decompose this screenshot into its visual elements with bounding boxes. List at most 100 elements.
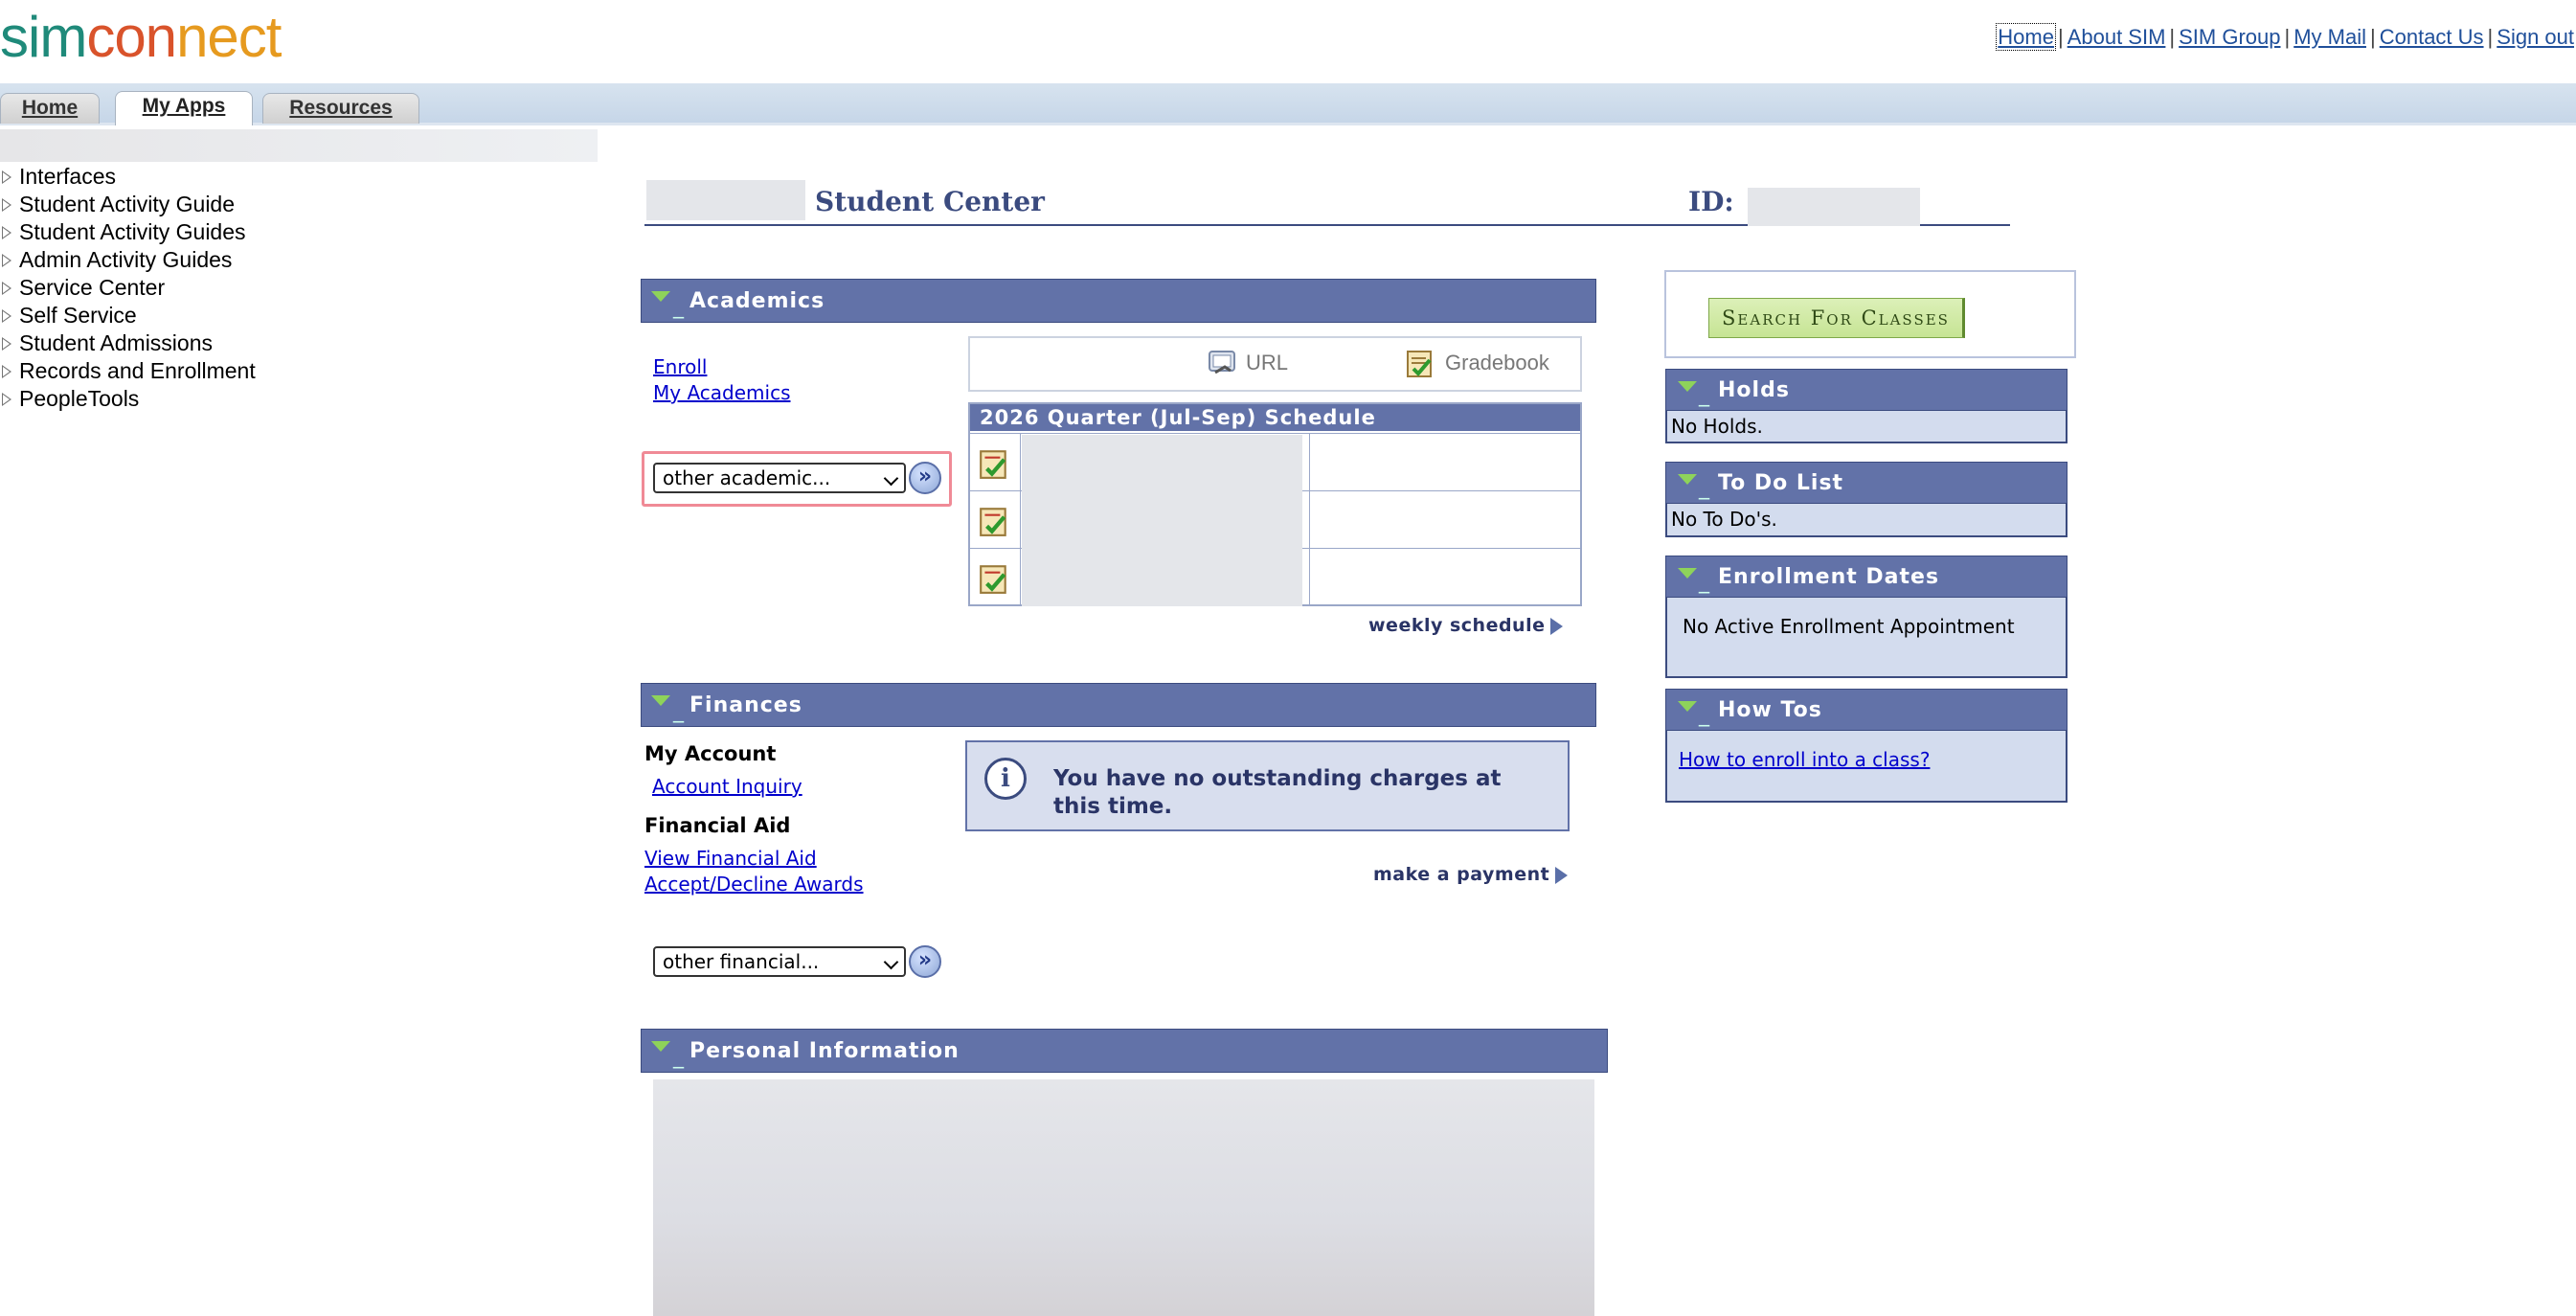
holds-text: No Holds. [1671, 415, 1763, 438]
student-id-redacted [1748, 188, 1920, 226]
top-link-about-sim[interactable]: About SIM [2068, 25, 2166, 49]
collapse-arrow-icon[interactable] [651, 1041, 670, 1052]
nav-item-records-and-enrollment[interactable]: Records and Enrollment [0, 357, 256, 385]
collapse-arrow-icon[interactable] [1678, 474, 1697, 485]
url-label: URL [1246, 351, 1289, 374]
gradebook-link[interactable]: Gradebook [1405, 348, 1549, 378]
top-link-my-mail[interactable]: My Mail [2294, 25, 2366, 49]
separator: | [2057, 25, 2064, 49]
column-divider [1020, 491, 1021, 549]
nav-item-student-activity-guide[interactable]: Student Activity Guide [0, 191, 256, 218]
personal-information-header-label: Personal Information [689, 1039, 960, 1063]
accept-decline-awards-link[interactable]: Accept/Decline Awards [644, 873, 864, 896]
nav-item-self-service[interactable]: Self Service [0, 302, 256, 329]
top-link-sign-out[interactable]: Sign out [2497, 25, 2574, 49]
view-financial-aid-link[interactable]: View Financial Aid [644, 847, 817, 870]
other-academic-select[interactable]: other academic... [653, 463, 906, 493]
gradebook-label: Gradebook [1445, 351, 1549, 374]
collapse-arrow-icon[interactable] [1678, 701, 1697, 712]
schedule-check-icon[interactable] [978, 447, 1010, 480]
chevron-down-icon [883, 954, 899, 970]
nav-item-label: Student Admissions [19, 330, 214, 355]
separator: | [2284, 25, 2291, 49]
search-panel: Search For Classes [1664, 270, 2076, 358]
url-link[interactable]: URL [1208, 348, 1288, 378]
weekly-schedule-label: weekly schedule [1368, 615, 1546, 636]
nav-item-peopletools[interactable]: PeopleTools [0, 385, 256, 413]
column-divider [1020, 434, 1021, 491]
expand-triangle-icon [2, 225, 11, 239]
weekly-schedule-link[interactable]: weekly schedule [1368, 615, 1564, 636]
top-link-contact-us[interactable]: Contact Us [2380, 25, 2484, 49]
expand-triangle-icon [2, 308, 11, 323]
nav-item-label: Admin Activity Guides [19, 247, 233, 272]
nav-item-interfaces[interactable]: Interfaces [0, 163, 256, 191]
expand-triangle-icon [2, 197, 11, 212]
nav-item-student-activity-guides[interactable]: Student Activity Guides [0, 218, 256, 246]
tab-my-apps[interactable]: My Apps [115, 91, 253, 125]
nav-item-label: Interfaces [19, 164, 116, 189]
finance-info-text: You have no outstanding charges at this … [1053, 766, 1502, 819]
nav-item-label: Student Activity Guide [19, 192, 236, 216]
page-title: Student Center [815, 186, 1045, 217]
holds-header-label: Holds [1718, 378, 1790, 402]
right-pointer-icon [1555, 866, 1569, 884]
column-divider [1309, 549, 1310, 606]
expand-triangle-icon [2, 281, 11, 295]
collapse-arrow-icon[interactable] [651, 291, 670, 302]
finances-header[interactable]: _ Finances [641, 683, 1596, 727]
holds-header[interactable]: _ Holds [1665, 369, 2068, 411]
separator: | [2370, 25, 2376, 49]
make-a-payment-label: make a payment [1373, 864, 1550, 885]
schedule-check-icon[interactable] [978, 505, 1010, 537]
student-id-label: ID: [1688, 186, 1734, 217]
expand-triangle-icon [2, 364, 11, 378]
nav-item-student-admissions[interactable]: Student Admissions [0, 329, 256, 357]
nav-item-admin-activity-guides[interactable]: Admin Activity Guides [0, 246, 256, 274]
account-inquiry-link[interactable]: Account Inquiry [652, 775, 802, 798]
right-pointer-icon [1550, 617, 1564, 635]
separator: | [2487, 25, 2494, 49]
gradebook-icon [1407, 351, 1432, 377]
url-icon [1209, 351, 1235, 374]
financial-go-button[interactable]: » [909, 945, 941, 978]
tab-home[interactable]: Home [0, 93, 100, 124]
my-academics-link[interactable]: My Academics [653, 381, 791, 404]
tab-resources[interactable]: Resources [262, 93, 419, 124]
enrollment-dates-header-label: Enrollment Dates [1718, 565, 1940, 589]
finance-info-message: i You have no outstanding charges at thi… [965, 740, 1570, 831]
how-tos-header[interactable]: _ How Tos [1665, 689, 2068, 731]
collapse-dash: _ [673, 295, 685, 319]
enrollment-dates-header[interactable]: _ Enrollment Dates [1665, 556, 2068, 598]
schedule-check-icon[interactable] [978, 562, 1010, 595]
enroll-link[interactable]: Enroll [653, 355, 707, 378]
info-icon: i [984, 758, 1027, 800]
to-do-list-header[interactable]: _ To Do List [1665, 462, 2068, 504]
column-divider [1309, 434, 1310, 491]
nav-item-label: Records and Enrollment [19, 358, 256, 383]
collapse-arrow-icon[interactable] [1678, 568, 1697, 579]
make-a-payment-link[interactable]: make a payment [1373, 864, 1569, 885]
academics-header[interactable]: _ Academics [641, 279, 1596, 323]
column-divider [1020, 549, 1021, 606]
how-to-enroll-link[interactable]: How to enroll into a class? [1679, 748, 1930, 771]
search-for-classes-button[interactable]: Search For Classes [1708, 298, 1965, 338]
left-nav: Interfaces Student Activity Guide Studen… [0, 163, 256, 413]
finances-header-label: Finances [689, 693, 802, 717]
collapse-arrow-icon[interactable] [651, 695, 670, 706]
simconnect-logo[interactable]: simconnect [0, 6, 282, 69]
other-financial-select[interactable]: other financial... [653, 946, 906, 977]
separator: | [2169, 25, 2176, 49]
top-link-home[interactable]: Home [1996, 23, 2056, 51]
other-financial-select-value: other financial... [663, 950, 820, 973]
top-link-sim-group[interactable]: SIM Group [2179, 25, 2280, 49]
page-title-bar: Student Center ID: [644, 180, 2010, 226]
other-academic-select-value: other academic... [663, 466, 831, 489]
schedule-title: 2026 Quarter (Jul-Sep) Schedule [970, 404, 1580, 431]
academic-go-button[interactable]: » [909, 462, 941, 494]
personal-information-header[interactable]: _ Personal Information [641, 1029, 1608, 1073]
enrollment-dates-body: No Active Enrollment Appointment [1665, 598, 2068, 678]
nav-item-service-center[interactable]: Service Center [0, 274, 256, 302]
collapse-dash: _ [673, 1045, 685, 1069]
collapse-arrow-icon[interactable] [1678, 381, 1697, 392]
